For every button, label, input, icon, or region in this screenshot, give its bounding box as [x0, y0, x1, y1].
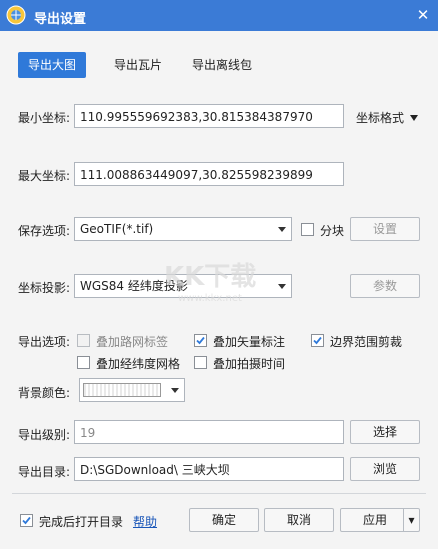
coord-format-dropdown[interactable]: 坐标格式: [356, 109, 418, 126]
browse-button[interactable]: 浏览: [350, 457, 420, 481]
tab-export-tiles[interactable]: 导出瓦片: [104, 52, 172, 78]
color-swatch-fill: [83, 383, 161, 397]
min-coord-input[interactable]: 110.995559692383,30.815384387970: [74, 104, 344, 128]
tab-export-large-image[interactable]: 导出大图: [18, 52, 87, 78]
choose-level-button[interactable]: 选择: [350, 420, 420, 444]
tab-export-offline-package[interactable]: 导出离线包: [182, 52, 262, 78]
check-icon: [22, 516, 31, 525]
min-coord-label: 最小坐标:: [18, 111, 71, 125]
close-icon: ✕: [416, 6, 430, 24]
footer-divider: [12, 493, 426, 494]
ok-button[interactable]: 确定: [189, 508, 259, 532]
check-icon: [313, 336, 322, 345]
capture-time-text: 叠加拍摄时间: [213, 357, 286, 371]
capture-time-checkbox[interactable]: [194, 356, 207, 369]
save-format-select[interactable]: GeoTIF(*.tif): [74, 217, 292, 241]
background-color-label: 背景颜色:: [18, 386, 71, 400]
max-coord-input[interactable]: 111.008863449097,30.825598239899: [74, 162, 344, 186]
help-link[interactable]: 帮助: [133, 513, 157, 530]
chevron-down-icon: [278, 284, 286, 289]
open-dir-checkbox[interactable]: [20, 514, 33, 527]
export-directory-label: 导出目录:: [18, 465, 71, 479]
tile-label: 分块: [320, 224, 345, 238]
boundary-clip-checkbox[interactable]: [311, 334, 324, 347]
window-title: 导出设置: [34, 12, 87, 27]
export-level-input[interactable]: 19: [74, 420, 344, 444]
title-bar[interactable]: 导出设置 ✕: [0, 0, 438, 31]
export-directory-input[interactable]: D:\SGDownload\ 三峡大坝: [74, 457, 344, 481]
open-dir-label: 完成后打开目录: [39, 515, 124, 529]
chevron-down-icon: [171, 388, 179, 393]
projection-select[interactable]: WGS84 经纬度投影: [74, 274, 292, 298]
cancel-button[interactable]: 取消: [264, 508, 334, 532]
max-coord-label: 最大坐标:: [18, 169, 71, 183]
chevron-down-icon: [278, 227, 286, 232]
projection-value: WGS84 经纬度投影: [80, 279, 188, 293]
export-settings-window: 导出设置 ✕ 导出大图 导出瓦片 导出离线包 最小坐标: 110.9955596…: [0, 0, 438, 549]
params-button[interactable]: 参数: [350, 274, 420, 298]
chevron-down-icon[interactable]: ▾: [403, 509, 419, 531]
globe-icon: [6, 5, 26, 25]
close-button[interactable]: ✕: [408, 0, 438, 31]
apply-label: 应用: [363, 513, 388, 527]
latlon-grid-checkbox[interactable]: [77, 356, 90, 369]
save-options-label: 保存选项:: [18, 224, 71, 238]
apply-split-button[interactable]: 应用 ▾: [340, 508, 420, 532]
vector-label-checkbox[interactable]: [194, 334, 207, 347]
save-format-value: GeoTIF(*.tif): [80, 222, 154, 236]
latlon-grid-text: 叠加经纬度网格: [96, 357, 181, 371]
caret-down-icon: [409, 115, 418, 121]
coord-format-label: 坐标格式: [356, 111, 405, 125]
vector-label-text: 叠加矢量标注: [213, 335, 286, 349]
road-label-text: 叠加路网标签: [96, 335, 169, 349]
boundary-clip-text: 边界范围剪裁: [330, 335, 403, 349]
settings-button[interactable]: 设置: [350, 217, 420, 241]
export-options-label: 导出选项:: [18, 335, 71, 349]
check-icon: [196, 336, 205, 345]
road-label-checkbox[interactable]: [77, 334, 90, 347]
tile-checkbox[interactable]: [301, 223, 314, 236]
projection-label: 坐标投影:: [18, 281, 71, 295]
export-level-label: 导出级别:: [18, 428, 71, 442]
background-color-picker[interactable]: [79, 378, 185, 402]
